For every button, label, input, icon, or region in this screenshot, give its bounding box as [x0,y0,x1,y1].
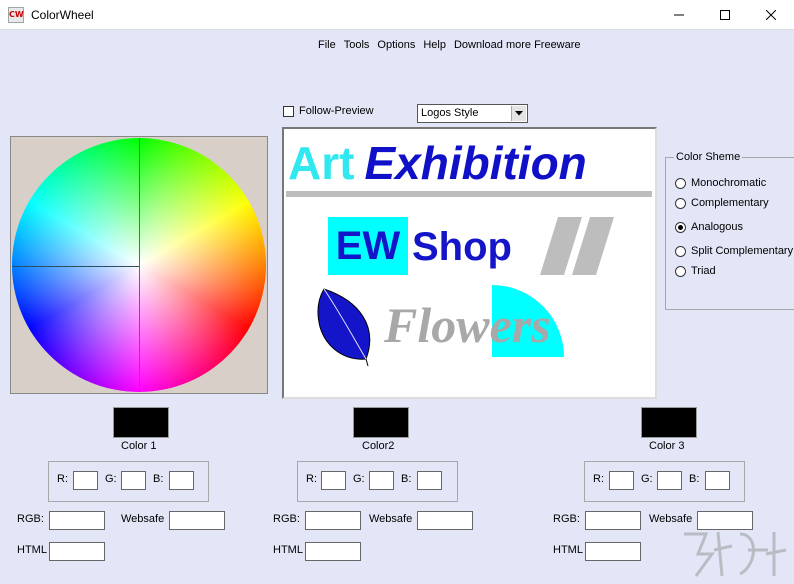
color-1-g-label: G: [105,473,117,485]
menu-help[interactable]: Help [419,38,450,52]
radio-label-monochromatic[interactable]: Monochromatic [691,177,766,189]
radio-monochromatic[interactable] [675,178,686,189]
follow-preview-label[interactable]: Follow-Preview [299,105,374,117]
chevron-down-icon [515,111,523,116]
radio-selected-dot [678,225,683,230]
color-1-label: Color 1 [121,440,157,452]
color-1-websafe-label: Websafe [121,513,165,525]
color-1-r-input[interactable] [73,471,98,490]
color-3-rgb-input[interactable] [585,511,641,530]
minimize-icon [674,14,684,16]
color-2-g-input[interactable] [369,471,394,490]
preview-flowers-text: Flowers [384,297,551,353]
color-2-label: Color2 [362,440,395,452]
color-2-r-label: R: [306,473,317,485]
wheel-crosshair-vertical [139,138,140,392]
color-scheme-title: Color Sheme [674,151,743,163]
wheel-crosshair-horizontal [12,266,139,267]
preview-divider [286,191,652,197]
radio-label-split-complementary[interactable]: Split Complementary [691,245,793,257]
preview-ew-logo: EW [328,217,408,275]
color-3-r-input[interactable] [609,471,634,490]
color-1-rgb-input[interactable] [49,511,105,530]
preview-slashes-graphic [540,217,614,275]
color-1-g-input[interactable] [121,471,146,490]
preview-shop-text: Shop [412,225,512,269]
color-1-b-label: B: [153,473,164,485]
color-3-g-input[interactable] [657,471,682,490]
preview-art-text: Art [288,137,355,189]
color-3-html-label: HTML [553,544,583,556]
color-3-r-label: R: [593,473,604,485]
color-3-b-label: B: [689,473,700,485]
watermark-logo-icon [684,531,787,577]
color-wheel-panel[interactable] [10,136,268,394]
color-3-rgb-label: RGB: [553,513,580,525]
color-2-r-input[interactable] [321,471,346,490]
preview-exhibition-text: Exhibition [364,137,587,189]
color-2-swatch[interactable] [353,407,409,438]
menu-tools[interactable]: Tools [340,38,374,52]
menu-bar: File Tools Options Help Download more Fr… [314,38,585,52]
color-2-html-input[interactable] [305,542,361,561]
logo-preview: Art Exhibition EW Shop Flowers [282,127,657,399]
color-2-rgb-label: RGB: [273,513,300,525]
color-2-html-label: HTML [273,544,303,556]
color-1-rgb-label: RGB: [17,513,44,525]
menu-file[interactable]: File [314,38,340,52]
color-3-label: Color 3 [649,440,685,452]
maximize-icon [720,10,730,20]
color-1-html-label: HTML [17,544,47,556]
radio-label-triad[interactable]: Triad [691,265,716,277]
radio-triad[interactable] [675,266,686,277]
app-icon: CW [8,7,24,23]
radio-label-complementary[interactable]: Complementary [691,197,769,209]
color-1-websafe-input[interactable] [169,511,225,530]
color-2-g-label: G: [353,473,365,485]
color-1-r-label: R: [57,473,68,485]
color-2-b-label: B: [401,473,412,485]
minimize-button[interactable] [656,0,702,30]
preview-leaf-graphic [317,288,371,367]
radio-label-analogous[interactable]: Analogous [691,221,743,233]
color-3-b-input[interactable] [705,471,730,490]
color-3-g-label: G: [641,473,653,485]
color-1-swatch[interactable] [113,407,169,438]
style-dropdown-value: Logos Style [421,107,479,119]
menu-options[interactable]: Options [373,38,419,52]
maximize-button[interactable] [702,0,748,30]
color-1-b-input[interactable] [169,471,194,490]
color-2-websafe-input[interactable] [417,511,473,530]
window-title: ColorWheel [31,8,94,22]
color-2-rgb-input[interactable] [305,511,361,530]
color-3-html-input[interactable] [585,542,641,561]
menu-download-freeware[interactable]: Download more Freeware [450,38,585,52]
radio-complementary[interactable] [675,198,686,209]
preview-headline: Art Exhibition [288,139,587,187]
color-2-b-input[interactable] [417,471,442,490]
dropdown-arrow-button[interactable] [511,106,526,121]
color-3-swatch[interactable] [641,407,697,438]
style-dropdown[interactable]: Logos Style [417,104,528,123]
close-icon [766,10,776,20]
radio-split-complementary[interactable] [675,246,686,257]
color-1-html-input[interactable] [49,542,105,561]
close-button[interactable] [748,0,794,30]
title-bar: CW ColorWheel [0,0,794,30]
follow-preview-checkbox[interactable] [283,106,294,117]
color-2-websafe-label: Websafe [369,513,413,525]
radio-analogous[interactable] [675,222,686,233]
